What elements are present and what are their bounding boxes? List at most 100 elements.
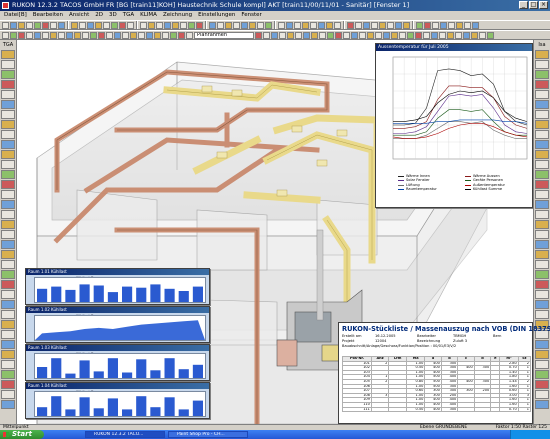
menu-item-view[interactable]: Ansicht <box>69 11 89 20</box>
palette-tool-button[interactable] <box>1 160 15 169</box>
toolbar-button[interactable] <box>487 31 494 39</box>
palette-tool-button[interactable] <box>535 160 549 169</box>
toolbar-button[interactable] <box>311 31 318 39</box>
toolbar-button[interactable] <box>170 31 177 39</box>
toolbar-button[interactable] <box>326 21 333 29</box>
taskbar-item-rukon[interactable]: RUKON 12.3.2 TACO... <box>85 431 165 438</box>
palette-tool-button[interactable] <box>1 60 15 69</box>
toolbar-button[interactable] <box>58 21 65 29</box>
palette-tool-button[interactable] <box>1 350 15 359</box>
palette-tool-button[interactable] <box>535 350 549 359</box>
palette-tool-button[interactable] <box>1 140 15 149</box>
toolbar-button[interactable] <box>464 21 471 29</box>
toolbar-button[interactable] <box>395 21 402 29</box>
toolbar-button[interactable] <box>423 31 430 39</box>
toolbar-button[interactable] <box>399 31 406 39</box>
palette-tool-button[interactable] <box>535 370 549 379</box>
palette-tool-button[interactable] <box>1 210 15 219</box>
palette-tool-button[interactable] <box>1 320 15 329</box>
toolbar-button[interactable] <box>278 21 285 29</box>
toolbar-button[interactable] <box>130 31 137 39</box>
mini-chart-window-2[interactable]: Raum 1.02 Kühllast Kühllast Tagesgang <box>25 306 210 343</box>
toolbar-button[interactable] <box>154 31 161 39</box>
palette-tool-button[interactable] <box>1 390 15 399</box>
menu-item-file[interactable]: Datei[B] <box>4 11 27 20</box>
toolbar-button[interactable] <box>463 31 470 39</box>
toolbar-button[interactable] <box>403 21 410 29</box>
toolbar-button[interactable] <box>343 31 350 39</box>
toolbar-button[interactable] <box>209 21 216 29</box>
menu-item-edit[interactable]: Bearbeiten <box>33 11 63 20</box>
toolbar-button[interactable] <box>74 31 81 39</box>
toolbar-button[interactable] <box>42 31 49 39</box>
palette-tool-button[interactable] <box>1 120 15 129</box>
toolbar-button[interactable] <box>471 31 478 39</box>
palette-tool-button[interactable] <box>1 170 15 179</box>
toolbar-button[interactable] <box>164 21 171 29</box>
maximize-icon[interactable]: □ <box>529 1 538 9</box>
menu-item-settings[interactable]: Einstellungen <box>198 11 235 20</box>
toolbar-button[interactable] <box>391 31 398 39</box>
toolbar-button[interactable] <box>319 31 326 39</box>
toolbar-button[interactable] <box>233 21 240 29</box>
toolbar-button[interactable] <box>58 31 65 39</box>
palette-tool-button[interactable] <box>535 190 549 199</box>
toolbar-button[interactable] <box>217 21 224 29</box>
toolbar-button[interactable] <box>138 31 145 39</box>
palette-tool-button[interactable] <box>535 390 549 399</box>
toolbar-button[interactable] <box>379 21 386 29</box>
toolbar-button[interactable] <box>178 31 185 39</box>
palette-tool-button[interactable] <box>1 330 15 339</box>
palette-tool-button[interactable] <box>1 250 15 259</box>
toolbar-button[interactable] <box>162 31 169 39</box>
palette-tool-button[interactable] <box>535 70 549 79</box>
toolbar-button[interactable] <box>479 31 486 39</box>
toolbar-button[interactable] <box>34 31 41 39</box>
toolbar-button[interactable] <box>359 31 366 39</box>
toolbar-button[interactable] <box>310 21 317 29</box>
toolbar-button[interactable] <box>18 21 25 29</box>
mini-chart-window-4[interactable]: Raum 1.04 Kühllast Kühllast Tagesgang <box>25 382 210 419</box>
toolbar-button[interactable] <box>148 21 155 29</box>
toolbar-button[interactable] <box>287 31 294 39</box>
menu-item-window[interactable]: Fenster <box>241 11 261 20</box>
palette-tool-button[interactable] <box>535 360 549 369</box>
toolbar-button[interactable] <box>255 31 262 39</box>
toolbar-button[interactable] <box>383 31 390 39</box>
toolbar-button[interactable] <box>263 31 270 39</box>
palette-tool-button[interactable] <box>535 240 549 249</box>
toolbar-button[interactable] <box>122 31 129 39</box>
mini-chart-window-3[interactable]: Raum 1.03 Kühllast Kühllast Tagesgang <box>25 344 210 381</box>
toolbar-button[interactable] <box>10 21 17 29</box>
toolbar-button[interactable] <box>140 21 147 29</box>
menu-item-klima[interactable]: KLIMA <box>140 11 157 20</box>
palette-tool-button[interactable] <box>1 70 15 79</box>
temperature-chart-window[interactable]: Aussentemperatur für Juli 2005 Wärme Inn… <box>375 43 533 208</box>
palette-tool-button[interactable] <box>535 50 549 59</box>
palette-tool-button[interactable] <box>1 240 15 249</box>
toolbar-button[interactable] <box>432 21 439 29</box>
toolbar-button[interactable] <box>327 31 334 39</box>
toolbar-button[interactable] <box>318 21 325 29</box>
toolbar-button[interactable] <box>355 21 362 29</box>
palette-tool-button[interactable] <box>535 380 549 389</box>
toolbar-button[interactable] <box>26 31 33 39</box>
toolbar-button[interactable] <box>119 21 126 29</box>
toolbar-button[interactable] <box>10 31 17 39</box>
palette-tool-button[interactable] <box>535 400 549 409</box>
palette-tool-button[interactable] <box>535 80 549 89</box>
palette-tool-button[interactable] <box>535 310 549 319</box>
toolbar-button[interactable] <box>111 21 118 29</box>
start-button[interactable]: Start <box>0 430 44 439</box>
toolbar-button[interactable] <box>295 31 302 39</box>
palette-tool-button[interactable] <box>1 370 15 379</box>
palette-tool-button[interactable] <box>1 80 15 89</box>
menu-item-drawing[interactable]: Zeichnung <box>163 11 192 20</box>
toolbar-button[interactable] <box>351 31 358 39</box>
palette-tool-button[interactable] <box>1 400 15 409</box>
toolbar-button[interactable] <box>18 31 25 39</box>
palette-tool-button[interactable] <box>535 100 549 109</box>
toolbar-button[interactable] <box>347 21 354 29</box>
palette-tool-button[interactable] <box>1 290 15 299</box>
toolbar-button[interactable] <box>456 21 463 29</box>
